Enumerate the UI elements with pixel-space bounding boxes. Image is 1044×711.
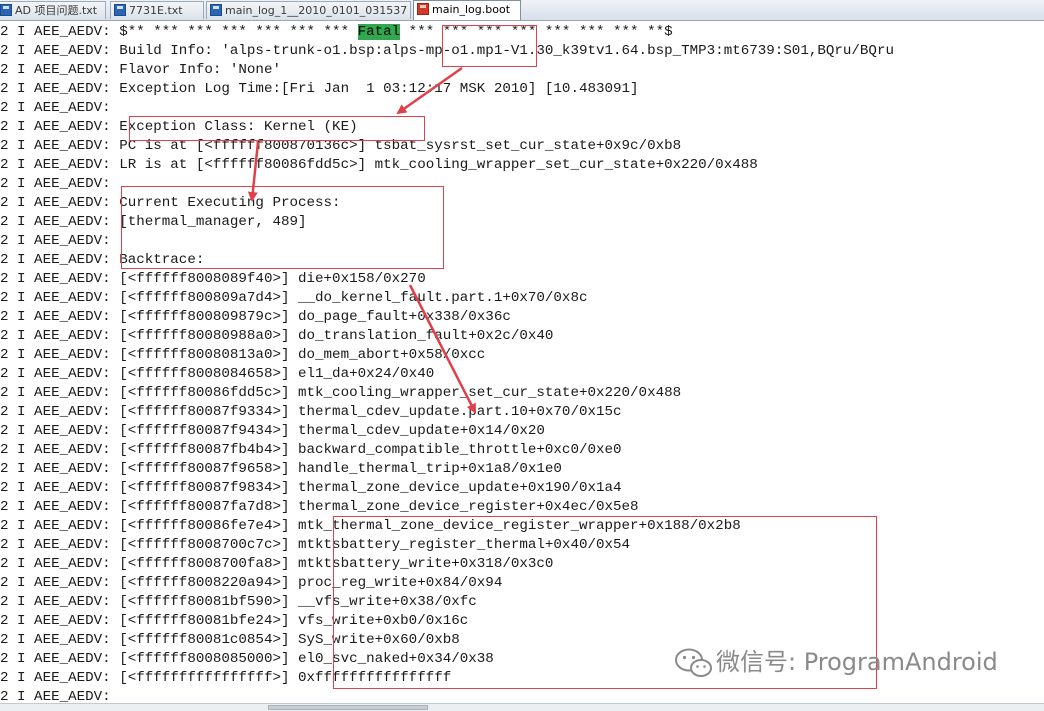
log-message: [<ffffff80087f9834>] thermal_zone_device… (119, 480, 622, 496)
log-line: 2 I AEE_AEDV: [<ffffff80087f9658>] handl… (0, 460, 562, 479)
text-file-icon (417, 3, 429, 15)
log-prefix: 2 I AEE_AEDV: (0, 594, 120, 610)
log-prefix: 2 I AEE_AEDV: (0, 233, 120, 249)
log-message: [<ffffff800809879c>] do_page_fault+0x338… (119, 309, 511, 325)
annotation-box-exception-class (129, 116, 425, 141)
annotation-box-build-info (442, 25, 537, 67)
wechat-icon (675, 648, 712, 677)
log-prefix: 2 I AEE_AEDV: (0, 62, 120, 78)
tab-ad-issues[interactable]: AD 项目问题.txt (0, 1, 106, 19)
tab-main-log-boot[interactable]: main_log.boot (413, 0, 521, 20)
log-prefix: 2 I AEE_AEDV: (0, 651, 120, 667)
log-prefix: 2 I AEE_AEDV: (0, 24, 120, 40)
log-prefix: 2 I AEE_AEDV: (0, 518, 120, 534)
log-prefix: 2 I AEE_AEDV: (0, 214, 120, 230)
text-file-icon (114, 4, 126, 16)
log-prefix: 2 I AEE_AEDV: (0, 176, 120, 192)
log-prefix: 2 I AEE_AEDV: (0, 195, 120, 211)
log-line: 2 I AEE_AEDV: [<ffffff8008084658>] el1_d… (0, 365, 434, 384)
log-prefix: 2 I AEE_AEDV: (0, 138, 120, 154)
log-message: [<ffffff80087fb4b4>] backward_compatible… (119, 442, 622, 458)
log-line: 2 I AEE_AEDV: [<ffffff80080813a0>] do_me… (0, 346, 485, 365)
text-file-icon (0, 4, 12, 16)
log-message: [<ffffff800809a7d4>] __do_kernel_fault.p… (119, 290, 588, 306)
tab-label: main_log_1__2010_0101_031537 (225, 4, 408, 17)
log-line: 2 I AEE_AEDV: (0, 232, 119, 251)
log-line: 2 I AEE_AEDV: [<ffffff80087fa7d8>] therm… (0, 498, 639, 517)
log-prefix: 2 I AEE_AEDV: (0, 43, 120, 59)
log-prefix: 2 I AEE_AEDV: (0, 366, 120, 382)
log-message: LR is at [<ffffff80086fdd5c>] mtk_coolin… (119, 157, 758, 173)
log-message: Flavor Info: 'None' (119, 62, 281, 78)
log-message: $** *** *** *** *** *** *** (119, 24, 358, 40)
tab-label: AD 项目问题.txt (15, 4, 98, 17)
watermark: 微信号: ProgramAndroid (674, 644, 998, 680)
tab-label: 7731E.txt (129, 4, 183, 17)
log-prefix: 2 I AEE_AEDV: (0, 81, 120, 97)
log-prefix: 2 I AEE_AEDV: (0, 309, 120, 325)
scrollbar-thumb[interactable] (268, 705, 428, 710)
tab-7731e[interactable]: 7731E.txt (110, 1, 204, 19)
tab-bar: AD 项目问题.txt 7731E.txt main_log_1__2010_0… (0, 0, 1044, 21)
watermark-text: 微信号: ProgramAndroid (716, 648, 998, 676)
log-prefix: 2 I AEE_AEDV: (0, 442, 120, 458)
log-prefix: 2 I AEE_AEDV: (0, 100, 120, 116)
log-prefix: 2 I AEE_AEDV: (0, 575, 120, 591)
log-prefix: 2 I AEE_AEDV: (0, 290, 120, 306)
log-line: 2 I AEE_AEDV: [<ffffff80087fb4b4>] backw… (0, 441, 622, 460)
log-line: 2 I AEE_AEDV: [<ffffff80087f9434>] therm… (0, 422, 545, 441)
annotation-box-current-process (121, 186, 444, 269)
log-prefix: 2 I AEE_AEDV: (0, 385, 120, 401)
log-prefix: 2 I AEE_AEDV: (0, 613, 120, 629)
log-line: 2 I AEE_AEDV: [<ffffff8008089f40>] die+0… (0, 270, 426, 289)
search-highlight: Fatal (357, 24, 401, 40)
log-message: Exception Log Time:[Fri Jan 1 03:12:17 M… (119, 81, 639, 97)
log-prefix: 2 I AEE_AEDV: (0, 670, 120, 686)
log-line: 2 I AEE_AEDV: [<ffffff80087f9334>] therm… (0, 403, 622, 422)
log-line: 2 I AEE_AEDV: (0, 99, 119, 118)
log-message: [<ffffff80087f9334>] thermal_cdev_update… (119, 404, 622, 420)
log-message: [<ffffff8008089f40>] die+0x158/0x270 (119, 271, 426, 287)
log-prefix: 2 I AEE_AEDV: (0, 461, 120, 477)
log-message: [<ffffff80087f9434>] thermal_cdev_update… (119, 423, 545, 439)
log-prefix: 2 I AEE_AEDV: (0, 119, 120, 135)
text-file-icon (210, 4, 222, 16)
log-line: 2 I AEE_AEDV: Flavor Info: 'None' (0, 61, 281, 80)
log-line: 2 I AEE_AEDV: LR is at [<ffffff80086fdd5… (0, 156, 758, 175)
log-message: [<ffffff80087f9658>] handle_thermal_trip… (119, 461, 562, 477)
log-line: 2 I AEE_AEDV: Exception Log Time:[Fri Ja… (0, 80, 639, 99)
log-prefix: 2 I AEE_AEDV: (0, 157, 120, 173)
log-prefix: 2 I AEE_AEDV: (0, 480, 120, 496)
log-prefix: 2 I AEE_AEDV: (0, 347, 120, 363)
log-prefix: 2 I AEE_AEDV: (0, 556, 120, 572)
log-prefix: 2 I AEE_AEDV: (0, 499, 120, 515)
log-message: [<ffffff80087fa7d8>] thermal_zone_device… (119, 499, 639, 515)
log-prefix: 2 I AEE_AEDV: (0, 537, 120, 553)
tab-main-log-1[interactable]: main_log_1__2010_0101_031537 (206, 1, 411, 19)
log-message: [<ffffff80086fdd5c>] mtk_cooling_wrapper… (119, 385, 682, 401)
log-prefix: 2 I AEE_AEDV: (0, 328, 120, 344)
log-message: [<ffffff80080988a0>] do_translation_faul… (119, 328, 554, 344)
log-line: 2 I AEE_AEDV: $** *** *** *** *** *** **… (0, 23, 673, 42)
log-message: [<ffffff80080813a0>] do_mem_abort+0x58/0… (119, 347, 486, 363)
log-prefix: 2 I AEE_AEDV: (0, 271, 120, 287)
log-message: [<ffffff8008084658>] el1_da+0x24/0x40 (119, 366, 435, 382)
log-line: 2 I AEE_AEDV: [<ffffff80087f9834>] therm… (0, 479, 622, 498)
log-prefix: 2 I AEE_AEDV: (0, 404, 120, 420)
log-line: 2 I AEE_AEDV: [<ffffff800809a7d4>] __do_… (0, 289, 587, 308)
log-prefix: 2 I AEE_AEDV: (0, 423, 120, 439)
tab-label: main_log.boot (432, 3, 511, 16)
log-prefix: 2 I AEE_AEDV: (0, 632, 120, 648)
log-line: 2 I AEE_AEDV: [<ffffff80086fdd5c>] mtk_c… (0, 384, 681, 403)
log-line: 2 I AEE_AEDV: [<ffffff800809879c>] do_pa… (0, 308, 511, 327)
log-line: 2 I AEE_AEDV: (0, 175, 119, 194)
log-line: 2 I AEE_AEDV: [<ffffff80080988a0>] do_tr… (0, 327, 553, 346)
log-prefix: 2 I AEE_AEDV: (0, 252, 120, 268)
